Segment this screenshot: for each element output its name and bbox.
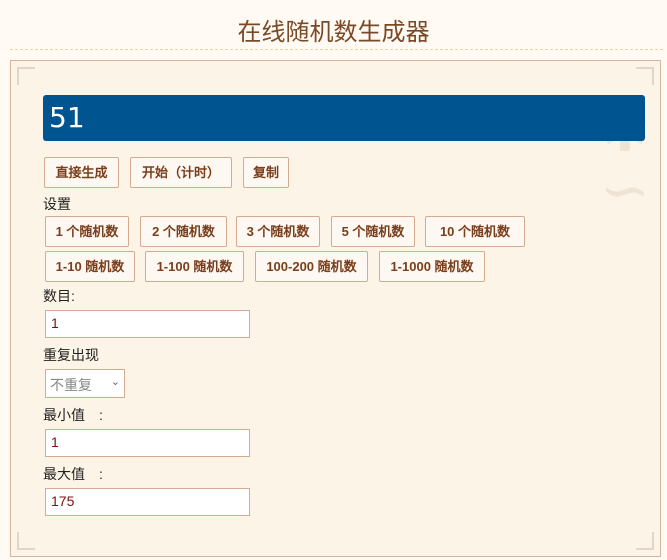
preset-1-button[interactable]: 1 个随机数	[45, 216, 129, 247]
max-label: 最大值 :	[43, 466, 103, 482]
min-input[interactable]: 1	[45, 429, 250, 457]
page-title: 在线随机数生成器	[237, 18, 430, 46]
generate-button[interactable]: 直接生成	[44, 157, 119, 188]
repeat-select[interactable]: 不重复 ⌄	[45, 369, 125, 398]
corner-ornament-icon	[17, 532, 35, 550]
preset-2-button[interactable]: 2 个随机数	[140, 216, 227, 247]
max-input[interactable]: 175	[45, 488, 250, 516]
settings-label: 设置	[43, 196, 71, 212]
preset-3-button[interactable]: 3 个随机数	[236, 216, 320, 247]
corner-ornament-icon	[636, 67, 654, 85]
range-1-1000-button[interactable]: 1-1000 随机数	[379, 251, 485, 282]
repeat-select-value: 不重复	[50, 377, 92, 393]
min-label: 最小值 :	[43, 407, 103, 423]
range-100-200-button[interactable]: 100-200 随机数	[255, 251, 368, 282]
preset-5-button[interactable]: 5 个随机数	[331, 216, 415, 247]
repeat-label: 重复出现	[43, 347, 99, 363]
chevron-down-icon: ⌄	[110, 376, 120, 388]
copy-button[interactable]: 复制	[243, 157, 289, 188]
range-1-10-button[interactable]: 1-10 随机数	[45, 251, 135, 282]
corner-ornament-icon	[17, 67, 35, 85]
count-label: 数目:	[43, 288, 75, 304]
count-input[interactable]: 1	[45, 310, 250, 338]
corner-ornament-icon	[636, 532, 654, 550]
divider	[10, 49, 663, 50]
preset-10-button[interactable]: 10 个随机数	[425, 216, 525, 247]
result-display: 51	[43, 95, 645, 141]
start-timer-button[interactable]: 开始（计时）	[130, 157, 232, 188]
range-1-100-button[interactable]: 1-100 随机数	[145, 251, 244, 282]
